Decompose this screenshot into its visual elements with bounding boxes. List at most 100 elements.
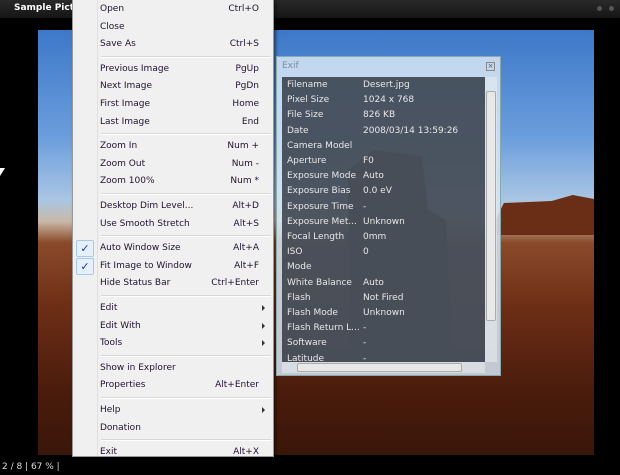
minimize-button[interactable] bbox=[597, 6, 602, 11]
menu-item-exit[interactable]: Exit Alt+X bbox=[75, 444, 271, 462]
menu-item-zoom-out[interactable]: Zoom Out Num - bbox=[75, 156, 271, 174]
exif-key: Latitude bbox=[287, 353, 325, 362]
exif-row[interactable]: Date 2008/03/14 13:59:26 bbox=[282, 125, 485, 140]
exif-close-button[interactable]: × bbox=[486, 62, 495, 71]
submenu-arrow-icon bbox=[262, 322, 265, 329]
exif-row[interactable]: Exposure Met... Unknown bbox=[282, 216, 485, 231]
menu-item-shortcut: PgDn bbox=[235, 81, 259, 92]
menu-item-label: Help bbox=[100, 405, 121, 415]
menu-item-edit-with[interactable]: Edit With bbox=[75, 318, 271, 336]
exif-value: Auto bbox=[363, 277, 384, 288]
menu-item-first-image[interactable]: First Image Home bbox=[75, 96, 271, 114]
exif-key: ISO bbox=[287, 247, 303, 258]
exif-row[interactable]: Camera Model bbox=[282, 140, 485, 155]
exif-key: Filename bbox=[287, 80, 328, 90]
submenu-arrow-icon bbox=[262, 340, 265, 347]
menu-item-shortcut: Home bbox=[232, 99, 259, 109]
menu-item-shortcut: Alt+X bbox=[233, 447, 259, 458]
scroll-thumb[interactable] bbox=[486, 91, 496, 321]
menu-item-label: Exit bbox=[100, 447, 118, 458]
menu-separator bbox=[101, 55, 271, 58]
menu-item-help[interactable]: Help bbox=[75, 402, 271, 420]
menu-item-label: Edit With bbox=[100, 320, 141, 331]
menu-item-open[interactable]: Open Ctrl+O bbox=[75, 1, 271, 19]
menu-item-show-in-explorer[interactable]: Show in Explorer bbox=[75, 360, 271, 378]
menu-item-auto-window-size[interactable]: ✓ Auto Window Size Alt+A bbox=[75, 240, 271, 258]
menu-separator bbox=[101, 235, 271, 238]
exif-list: Filename Desert.jpg Pixel Size 1024 x 768 Fi… bbox=[282, 77, 485, 362]
menu-item-label: Next Image bbox=[100, 81, 153, 92]
menu-item-shortcut: Num * bbox=[230, 176, 259, 187]
exif-key: File Size bbox=[287, 110, 324, 121]
menu-item-hide-status-bar[interactable]: Hide Status Bar Ctrl+Enter bbox=[75, 275, 271, 293]
exif-row[interactable]: Exposure Bias 0.0 eV bbox=[282, 185, 485, 200]
exif-row[interactable]: Flash Mode Unknown bbox=[282, 307, 485, 322]
exif-value: Unknown bbox=[363, 308, 405, 318]
exif-row[interactable]: Software - bbox=[282, 337, 485, 352]
menu-separator bbox=[101, 193, 271, 195]
exif-key: Software bbox=[287, 338, 327, 349]
exif-row[interactable]: Focal Length 0mm bbox=[282, 231, 485, 246]
menu-item-close[interactable]: Close bbox=[75, 19, 271, 37]
exif-key: White Balance bbox=[287, 277, 352, 288]
menu-item-label: Properties bbox=[100, 380, 146, 391]
exif-row[interactable]: Aperture F0 bbox=[282, 155, 485, 170]
exif-row[interactable]: Mode bbox=[282, 261, 485, 276]
exif-value: Auto bbox=[363, 171, 384, 182]
exif-key: Pixel Size bbox=[287, 95, 330, 106]
menu-item-label: Hide Status Bar bbox=[100, 278, 171, 289]
checkmark-icon: ✓ bbox=[76, 257, 94, 275]
exif-row[interactable]: Exposure Mode Auto bbox=[282, 170, 485, 185]
menu-separator bbox=[101, 295, 271, 297]
menu-item-label: Auto Window Size bbox=[100, 243, 181, 254]
exif-row[interactable]: File Size 826 KB bbox=[282, 109, 485, 124]
menu-item-shortcut: Alt+D bbox=[232, 201, 259, 211]
scroll-thumb[interactable] bbox=[297, 363, 462, 372]
exif-row[interactable]: Filename Desert.jpg bbox=[282, 79, 485, 94]
menu-item-label: Zoom 100% bbox=[100, 176, 155, 187]
checkmark-icon: ✓ bbox=[76, 240, 94, 258]
exif-key: Flash Return L... bbox=[287, 323, 360, 334]
menu-item-shortcut: Num + bbox=[227, 141, 259, 152]
menu-item-label: Tools bbox=[100, 338, 123, 349]
menu-item-shortcut: Ctrl+Enter bbox=[211, 278, 259, 289]
menu-item-label: Fit Image to Window bbox=[100, 260, 192, 271]
menu-item-properties[interactable]: Properties Alt+Enter bbox=[75, 377, 271, 395]
exif-row[interactable]: Exposure Time - bbox=[282, 201, 485, 216]
menu-separator bbox=[101, 439, 271, 442]
menu-item-donation[interactable]: Donation bbox=[75, 420, 271, 438]
exif-row[interactable]: ISO 0 bbox=[282, 246, 485, 261]
menu-item-shortcut: Alt+S bbox=[233, 218, 259, 229]
exif-key: Camera Model bbox=[287, 140, 353, 151]
exif-key: Date bbox=[287, 125, 309, 136]
close-button[interactable] bbox=[609, 6, 614, 11]
menu-item-previous-image[interactable]: Previous Image PgUp bbox=[75, 61, 271, 79]
exif-row[interactable]: Flash Not Fired bbox=[282, 292, 485, 307]
exif-row[interactable]: Pixel Size 1024 x 768 bbox=[282, 94, 485, 109]
exif-row[interactable]: Flash Return L... - bbox=[282, 322, 485, 337]
vertical-scrollbar[interactable] bbox=[485, 77, 497, 362]
menu-item-label: Donation bbox=[100, 422, 141, 433]
menu-item-edit[interactable]: Edit bbox=[75, 300, 271, 318]
menu-item-shortcut: Ctrl+S bbox=[229, 39, 259, 50]
menu-item-desktop-dim-level[interactable]: Desktop Dim Level... Alt+D bbox=[75, 198, 271, 216]
menu-item-use-smooth-stretch[interactable]: Use Smooth Stretch Alt+S bbox=[75, 216, 271, 234]
exif-value: Unknown bbox=[363, 216, 405, 227]
menu-item-zoom-100[interactable]: Zoom 100% Num * bbox=[75, 173, 271, 191]
exif-key: Exposure Met... bbox=[287, 216, 357, 227]
horizontal-scrollbar[interactable] bbox=[282, 362, 485, 373]
menu-item-label: Zoom Out bbox=[100, 158, 146, 169]
exif-value: - bbox=[363, 201, 367, 212]
menu-item-zoom-in[interactable]: Zoom In Num + bbox=[75, 138, 271, 156]
exif-key: Flash bbox=[287, 292, 311, 303]
exif-row[interactable]: Latitude - bbox=[282, 353, 485, 362]
menu-item-tools[interactable]: Tools bbox=[75, 335, 271, 353]
exif-row[interactable]: White Balance Auto bbox=[282, 277, 485, 292]
menu-item-label: Desktop Dim Level... bbox=[100, 201, 194, 211]
menu-item-last-image[interactable]: Last Image End bbox=[75, 114, 271, 132]
menu-item-fit-image-to-window[interactable]: ✓ Fit Image to Window Alt+F bbox=[75, 257, 271, 276]
status-bar: 2 / 8 | 67 % | bbox=[2, 462, 60, 472]
menu-item-save-as[interactable]: Save As Ctrl+S bbox=[75, 36, 271, 54]
menu-item-label: Last Image bbox=[100, 116, 150, 127]
menu-item-next-image[interactable]: Next Image PgDn bbox=[75, 78, 271, 96]
